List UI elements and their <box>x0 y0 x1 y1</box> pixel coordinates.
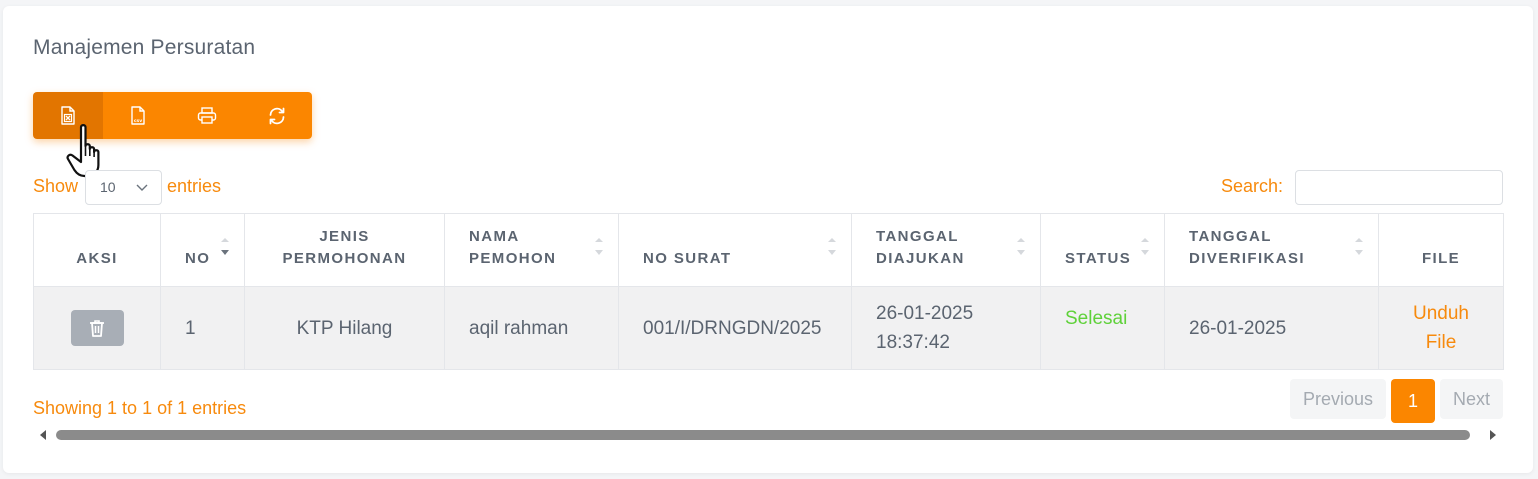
sort-icon <box>1141 238 1149 255</box>
download-file-link-line2: File <box>1425 332 1457 353</box>
column-header-tanggal-diajukan[interactable]: Tanggal Diajukan <box>851 213 1041 287</box>
table-header-row: Aksi No Jenis Permohonan Nama Pemohon No… <box>33 213 1504 287</box>
entries-label: entries <box>167 176 222 196</box>
cell-tanggal-diajukan: 26-01-2025 18:37:42 <box>851 286 1041 370</box>
cell-status: Selesai <box>1040 286 1165 370</box>
column-header-tanggal-diverifikasi[interactable]: Tanggal Diverifikasi <box>1164 213 1379 287</box>
refresh-icon <box>269 107 285 124</box>
printer-icon <box>198 106 217 124</box>
delete-button[interactable] <box>70 310 124 346</box>
search-label: Search: <box>1221 176 1284 196</box>
column-header-aksi: Aksi <box>33 213 161 287</box>
cell-nama-pemohon: aqil rahman <box>444 286 619 370</box>
entries-per-page-select[interactable]: 10 <box>85 170 162 205</box>
column-header-jenis-label: Jenis Permohonan <box>282 228 407 267</box>
previous-page-button[interactable]: Previous <box>1290 379 1386 419</box>
cell-no-surat: 001/I/DRNGDN/2025 <box>618 286 852 370</box>
column-header-file: File <box>1378 213 1504 287</box>
page-title: Manajemen Persuratan <box>33 36 256 59</box>
cell-tanggal-diverifikasi: 26-01-2025 <box>1164 286 1379 370</box>
column-header-tanggal-diajukan-label: Tanggal Diajukan <box>876 228 965 267</box>
table-row: 1 KTP Hilang aqil rahman 001/I/DRNGDN/20… <box>33 286 1504 370</box>
sort-icon <box>1355 238 1363 255</box>
column-header-no-surat[interactable]: No Surat <box>618 213 852 287</box>
sort-icon <box>828 238 836 255</box>
column-header-no-surat-label: No Surat <box>643 250 732 267</box>
data-table: Aksi No Jenis Permohonan Nama Pemohon No… <box>33 213 1504 370</box>
csv-file-icon: csv <box>130 105 145 125</box>
search-input[interactable] <box>1295 170 1503 205</box>
cell-no: 1 <box>160 286 245 370</box>
status-badge: Selesai <box>1065 307 1128 329</box>
column-header-status[interactable]: Status <box>1040 213 1165 287</box>
csv-badge: csv <box>133 119 141 124</box>
column-header-tanggal-diverifikasi-label: Tanggal Diverifikasi <box>1189 228 1305 267</box>
scrollbar-thumb[interactable] <box>56 430 1470 440</box>
sort-icon <box>595 238 603 255</box>
refresh-button[interactable] <box>242 92 312 139</box>
sort-icon <box>1017 238 1025 255</box>
chevron-down-icon <box>136 184 148 191</box>
horizontal-scrollbar[interactable] <box>33 426 1503 442</box>
table-info: Showing 1 to 1 of 1 entries <box>33 398 247 418</box>
pagination: Previous 1 Next <box>1290 379 1503 423</box>
column-header-no-label: No <box>185 250 211 267</box>
scroll-left-arrow-icon[interactable] <box>38 429 48 441</box>
next-page-button[interactable]: Next <box>1440 379 1503 419</box>
column-header-nama-pemohon[interactable]: Nama Pemohon <box>444 213 619 287</box>
column-header-no[interactable]: No <box>160 213 245 287</box>
column-header-jenis-permohonan[interactable]: Jenis Permohonan <box>244 213 445 287</box>
tanggal-diajukan-time: 18:37:42 <box>876 332 950 353</box>
download-file-link-line1: Unduh <box>1413 303 1469 324</box>
print-button[interactable] <box>172 92 243 139</box>
column-header-status-label: Status <box>1065 250 1132 267</box>
show-label: Show <box>33 176 79 196</box>
cell-aksi <box>33 286 161 370</box>
export-csv-button[interactable]: csv <box>102 92 173 139</box>
entries-select-value: 10 <box>100 179 116 195</box>
sort-desc-icon <box>221 238 229 255</box>
scroll-right-arrow-icon[interactable] <box>1488 429 1498 441</box>
page-1-button[interactable]: 1 <box>1391 379 1435 423</box>
trash-icon <box>90 320 104 337</box>
download-file-link[interactable]: Unduh File <box>1403 299 1479 357</box>
tanggal-diajukan-date: 26-01-2025 <box>876 303 974 324</box>
cell-file: Unduh File <box>1378 286 1504 370</box>
column-header-nama-label: Nama Pemohon <box>469 228 557 267</box>
cell-jenis-permohonan: KTP Hilang <box>244 286 445 370</box>
